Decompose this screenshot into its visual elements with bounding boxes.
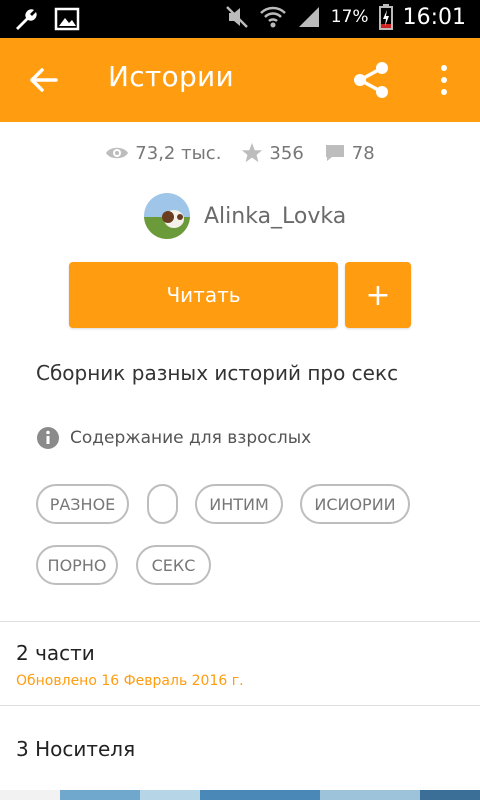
last-updated: Обновлено 16 Февраль 2016 г. bbox=[16, 673, 244, 689]
clock: 16:01 bbox=[402, 4, 466, 30]
comments-count: 78 bbox=[351, 142, 375, 164]
story-stats: 73,2 тыс. 356 78 bbox=[0, 142, 480, 164]
bottom-banner[interactable] bbox=[0, 790, 480, 800]
mature-notice: Содержание для взрослых bbox=[36, 426, 311, 450]
views-stat: 73,2 тыс. bbox=[105, 142, 221, 164]
info-icon bbox=[37, 427, 59, 449]
tag[interactable]: ПОРНО bbox=[36, 545, 118, 585]
tag[interactable] bbox=[147, 484, 178, 524]
parts-count[interactable]: 2 части bbox=[16, 641, 95, 665]
author-link[interactable]: Alinka_Lovka bbox=[144, 193, 346, 239]
tag[interactable]: ИНТИМ bbox=[195, 484, 283, 524]
signal-icon bbox=[298, 7, 319, 27]
page-title: Истории bbox=[108, 60, 235, 93]
app-bar: Истории bbox=[0, 38, 480, 122]
divider bbox=[0, 705, 480, 706]
image-icon bbox=[54, 7, 80, 31]
comment-icon bbox=[325, 145, 344, 161]
tag[interactable]: СЕКС bbox=[136, 545, 211, 585]
votes-count: 356 bbox=[269, 142, 304, 164]
status-bar: 17% 16:01 bbox=[0, 0, 480, 38]
mute-icon bbox=[225, 6, 248, 28]
share-icon[interactable] bbox=[350, 60, 392, 100]
add-to-library-button[interactable]: + bbox=[345, 262, 411, 328]
wrench-icon bbox=[16, 9, 37, 30]
divider bbox=[0, 621, 480, 622]
more-vertical-icon[interactable] bbox=[434, 62, 454, 98]
tag[interactable]: РАЗНОЕ bbox=[36, 484, 129, 524]
battery-percent: 17% bbox=[330, 7, 369, 27]
avatar bbox=[144, 193, 190, 239]
read-button[interactable]: Читать bbox=[69, 262, 338, 328]
votes-stat: 356 bbox=[241, 142, 304, 164]
reading-lists-count[interactable]: 3 Носителя bbox=[16, 737, 135, 761]
battery-charging-icon bbox=[378, 4, 393, 30]
wifi-icon bbox=[259, 6, 286, 28]
eye-icon bbox=[106, 147, 129, 159]
author-name: Alinka_Lovka bbox=[204, 203, 347, 229]
star-icon bbox=[242, 142, 263, 163]
comments-stat: 78 bbox=[324, 142, 375, 164]
story-description: Сборник разных историй про секс bbox=[36, 361, 399, 385]
back-arrow-icon[interactable] bbox=[28, 64, 60, 96]
tag[interactable]: ИСИОРИИ bbox=[300, 484, 410, 524]
mature-label: Содержание для взрослых bbox=[70, 428, 312, 448]
views-count: 73,2 тыс. bbox=[135, 142, 222, 164]
